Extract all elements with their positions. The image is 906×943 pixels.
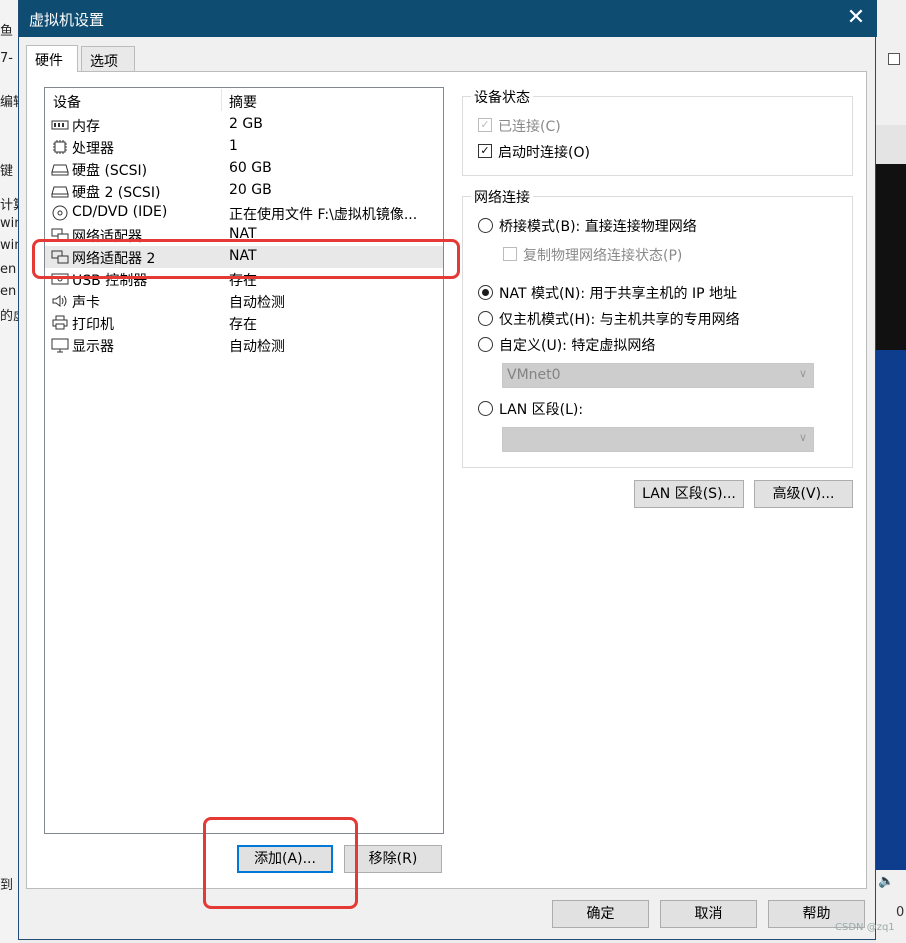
network-icon	[51, 228, 69, 242]
lan-segment-select[interactable]: ∨	[502, 427, 814, 452]
device-row-cdrom[interactable]: CD/DVD (IDE) 正在使用文件 F:\虚拟机镜像...	[45, 202, 443, 224]
bg-fragment: en	[0, 262, 17, 277]
device-row-harddisk-2[interactable]: 硬盘 2 (SCSI) 20 GB	[45, 180, 443, 202]
device-status-legend: 设备状态	[471, 87, 533, 107]
tray-text: 0	[896, 905, 905, 920]
bridged-mode-label: 桥接模式(B): 直接连接物理网络	[499, 219, 697, 235]
device-summary: NAT	[229, 226, 257, 242]
ok-button[interactable]: 确定	[552, 900, 649, 928]
device-status-group: 设备状态 ✓ 已连接(C) ✓ 启动时连接(O)	[462, 87, 853, 176]
speaker-icon	[52, 295, 67, 307]
custom-network-value: VMnet0	[507, 367, 561, 383]
device-name: 声卡	[72, 295, 100, 311]
cpu-icon	[53, 140, 67, 154]
check-icon: ✓	[478, 118, 492, 132]
network-connection-group: 网络连接 桥接模式(B): 直接连接物理网络 复制物理网络连接状态(P) NAT…	[462, 187, 853, 468]
network-connection-legend: 网络连接	[471, 187, 533, 207]
host-only-label: 仅主机模式(H): 与主机共享的专用网络	[499, 312, 740, 328]
device-row-cpu[interactable]: 处理器 1	[45, 136, 443, 158]
device-name: CD/DVD (IDE)	[72, 204, 168, 220]
device-name: 网络适配器	[72, 229, 142, 245]
device-name: 内存	[72, 119, 100, 135]
bg-checkbox	[888, 53, 900, 65]
device-row-memory[interactable]: 内存 2 GB	[45, 114, 443, 136]
device-summary: 自动检测	[229, 295, 285, 311]
bg-fragment: en	[0, 284, 17, 299]
device-name: USB 控制器	[72, 273, 148, 289]
chevron-down-icon: ∨	[798, 367, 807, 380]
check-icon: ✓	[478, 144, 492, 158]
cancel-button[interactable]: 取消	[660, 900, 757, 928]
device-list[interactable]: 设备 摘要 内存 2 GB 处理器 1 硬盘 (SCSI) 60 GB 硬盘 2…	[44, 87, 444, 834]
device-list-header: 设备 摘要	[45, 88, 443, 112]
printer-icon	[52, 315, 68, 330]
remove-device-button[interactable]: 移除(R)	[344, 845, 442, 873]
titlebar: 虚拟机设置 ✕	[19, 0, 877, 37]
watermark: CSDN @zq1	[835, 922, 895, 933]
bg-fragment: 7-	[0, 51, 13, 66]
harddisk-icon	[51, 164, 69, 176]
custom-network-select[interactable]: VMnet0 ∨	[502, 363, 814, 388]
advanced-button[interactable]: 高级(V)...	[754, 480, 853, 508]
device-summary: 正在使用文件 F:\虚拟机镜像...	[229, 207, 418, 223]
device-row-harddisk[interactable]: 硬盘 (SCSI) 60 GB	[45, 158, 443, 180]
device-row-display[interactable]: 显示器 自动检测	[45, 334, 443, 356]
device-row-network-adapter-2[interactable]: 网络适配器 2 NAT	[45, 246, 443, 268]
background-app-right: 🔈 0	[876, 0, 906, 943]
vm-settings-dialog: 虚拟机设置 ✕ 硬件 选项 设备 摘要 内存 2 GB 处理器 1 硬盘 (SC…	[18, 0, 877, 940]
harddisk-icon	[51, 186, 69, 198]
column-header-device[interactable]: 设备	[53, 92, 81, 112]
cd-icon	[52, 205, 68, 221]
device-summary: 60 GB	[229, 160, 272, 176]
device-row-network-adapter[interactable]: 网络适配器 NAT	[45, 224, 443, 246]
replicate-state-label: 复制物理网络连接状态(P)	[523, 248, 683, 264]
device-summary: 2 GB	[229, 116, 263, 132]
background-app-left: 鱼 7- 编辑 键 计算 win win en en 的虚 到	[0, 0, 26, 943]
device-name: 处理器	[72, 141, 114, 157]
chevron-down-icon: ∨	[798, 431, 807, 444]
tab-options[interactable]: 选项	[81, 46, 135, 72]
device-name: 硬盘 (SCSI)	[72, 163, 148, 179]
bg-fragment: 鱼	[0, 24, 14, 39]
nat-mode-label: NAT 模式(N): 用于共享主机的 IP 地址	[499, 286, 737, 302]
connect-at-power-on-label: 启动时连接(O)	[498, 145, 590, 161]
dialog-title: 虚拟机设置	[29, 11, 105, 29]
device-row-printer[interactable]: 打印机 存在	[45, 312, 443, 334]
lan-segment-label: LAN 区段(L):	[499, 402, 584, 418]
bg-fragment: 键	[0, 164, 14, 179]
device-name: 网络适配器 2	[72, 251, 156, 267]
network-icon	[51, 250, 69, 264]
device-name: 硬盘 2 (SCSI)	[72, 185, 161, 201]
lan-segments-button[interactable]: LAN 区段(S)...	[634, 480, 744, 508]
tab-hardware[interactable]: 硬件	[26, 45, 78, 72]
device-summary: 自动检测	[229, 339, 285, 355]
monitor-icon	[51, 338, 69, 353]
device-summary: 1	[229, 138, 238, 154]
hardware-panel: 设备 摘要 内存 2 GB 处理器 1 硬盘 (SCSI) 60 GB 硬盘 2…	[26, 71, 867, 889]
device-row-sound[interactable]: 声卡 自动检测	[45, 290, 443, 312]
usb-icon	[51, 273, 69, 285]
add-device-button[interactable]: 添加(A)...	[237, 845, 333, 873]
device-summary: 存在	[229, 317, 257, 333]
connected-label: 已连接(C)	[498, 119, 561, 135]
column-header-summary[interactable]: 摘要	[229, 92, 257, 112]
speaker-icon: 🔈	[878, 874, 895, 889]
memory-icon	[51, 120, 69, 130]
device-summary: 存在	[229, 273, 257, 289]
device-summary: 20 GB	[229, 182, 272, 198]
device-name: 打印机	[72, 317, 114, 333]
close-icon[interactable]: ✕	[841, 4, 871, 32]
device-name: 显示器	[72, 339, 114, 355]
device-summary: NAT	[229, 248, 257, 264]
bg-fragment: 到	[0, 878, 14, 893]
device-row-usb[interactable]: USB 控制器 存在	[45, 268, 443, 290]
custom-network-label: 自定义(U): 特定虚拟网络	[499, 338, 656, 354]
